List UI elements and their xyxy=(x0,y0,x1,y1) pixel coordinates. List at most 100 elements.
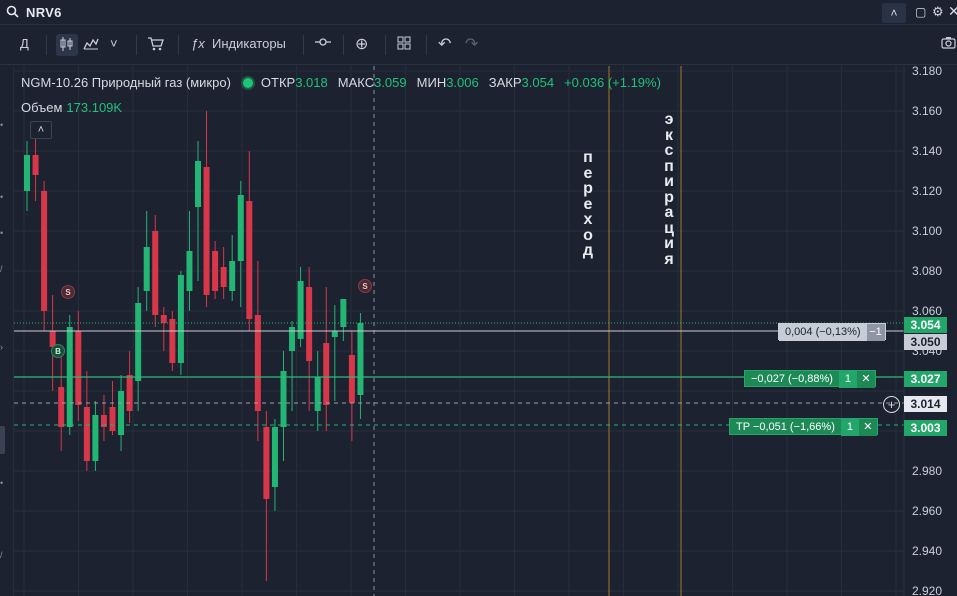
vertical-label-letter: и xyxy=(664,173,674,190)
candle-body xyxy=(169,319,176,363)
candle-body xyxy=(118,391,125,435)
price-axis-tick: 3.140 xyxy=(912,144,943,158)
price-axis-tick: 2.920 xyxy=(912,584,943,596)
take-profit-qty: 1 xyxy=(840,419,859,436)
open-label: ОТКР xyxy=(260,75,296,90)
vertical-label-letter: к xyxy=(664,126,673,144)
vertical-label-letter: д xyxy=(582,242,594,259)
last-price-tag: 3.054 xyxy=(904,317,947,333)
candle-body xyxy=(152,231,159,315)
candle-body xyxy=(24,155,30,191)
price-axis-tick: 2.980 xyxy=(912,464,943,478)
candle-body xyxy=(212,251,219,291)
high-value: 3.059 xyxy=(374,75,407,90)
candle-body xyxy=(32,155,39,175)
line-order-label[interactable]: 0,004 (−0,13%) −1 xyxy=(778,323,886,341)
close-value: 3.054 xyxy=(521,75,555,90)
candle-body xyxy=(357,323,364,395)
high-label: МАКС xyxy=(337,75,375,90)
candle-body xyxy=(195,161,201,207)
vertical-label-letter: е xyxy=(583,164,593,182)
volume-value: 173.109K xyxy=(66,100,123,115)
price-axis-tick: 3.080 xyxy=(912,264,943,278)
candle-body xyxy=(203,167,210,295)
candle-body xyxy=(220,267,227,287)
line-order-qty: −1 xyxy=(866,324,885,341)
candle-body xyxy=(237,195,244,261)
candle-body xyxy=(109,407,116,431)
line-order-text: 0,004 (−0,13%) xyxy=(779,324,867,341)
position-label[interactable]: −0,027 (−0,88%) 1 ✕ xyxy=(744,370,876,388)
expiration-label: экспирация xyxy=(662,112,676,267)
vertical-label-letter: п xyxy=(664,157,674,175)
volume-label: Объем xyxy=(21,100,63,115)
candle-body xyxy=(186,251,193,291)
price-axis-tick: 2.960 xyxy=(912,504,943,518)
candle-body xyxy=(348,355,355,403)
sell-marker[interactable]: S xyxy=(358,279,372,293)
candle-body xyxy=(160,315,167,323)
candle-body xyxy=(126,375,133,411)
vertical-label-letter: р xyxy=(583,180,593,197)
cursor-price-tag: 3.014 xyxy=(904,396,947,412)
volume-legend: Объем 173.109K xyxy=(21,100,122,115)
vertical-label-letter: п xyxy=(583,149,593,166)
price-axis-tick: 2.940 xyxy=(912,544,943,558)
candle-body xyxy=(135,303,142,381)
market-status-icon xyxy=(242,78,253,88)
position-qty: 1 xyxy=(838,371,857,388)
buy-marker[interactable]: B xyxy=(51,344,65,358)
take-profit-price-tag: 3.003 xyxy=(904,420,947,436)
price-axis-tick: 3.100 xyxy=(912,224,943,238)
candle-body xyxy=(75,331,82,405)
candle-body xyxy=(92,415,99,461)
price-axis-tick: 3.180 xyxy=(912,64,943,78)
vertical-label-letter: ц xyxy=(664,219,674,237)
vertical-label-letter: э xyxy=(664,111,674,128)
price-axis-tick: 3.060 xyxy=(912,304,943,318)
cancel-take-profit-icon[interactable]: ✕ xyxy=(858,419,877,436)
vertical-label-letter: х xyxy=(583,211,593,228)
collapse-legend-button[interactable]: ˄ xyxy=(30,121,52,139)
open-value: 3.018 xyxy=(295,75,328,90)
vertical-label-letter: и xyxy=(664,235,674,252)
vertical-label-letter: а xyxy=(664,204,674,221)
instrument-name: NGM-10.26 Природный газ (микро) xyxy=(21,75,231,90)
candle-body xyxy=(297,281,304,339)
vertical-label-letter: е xyxy=(583,195,593,213)
candle-body xyxy=(143,247,150,291)
price-axis-tick: 3.160 xyxy=(912,104,943,118)
close-position-icon[interactable]: ✕ xyxy=(856,371,875,388)
candle-body xyxy=(323,343,330,405)
low-label: МИН xyxy=(416,75,447,90)
position-pnl: −0,027 (−0,88%) xyxy=(751,373,833,385)
candle-body xyxy=(314,377,321,411)
position-price-tag: 3.027 xyxy=(904,371,947,387)
close-label: ЗАКР xyxy=(488,75,522,90)
take-profit-text: TP −0,051 (−1,66%) xyxy=(736,421,835,433)
candle-body xyxy=(331,331,338,337)
candle-body xyxy=(41,191,48,311)
rollover-label: переход xyxy=(581,150,595,259)
low-value: 3.006 xyxy=(446,75,479,90)
candle-body xyxy=(254,315,261,411)
price-axis-tick: 3.120 xyxy=(912,184,943,198)
candle-body xyxy=(306,287,313,361)
take-profit-label[interactable]: TP −0,051 (−1,66%) 1 ✕ xyxy=(729,418,878,436)
candle-body xyxy=(263,427,270,499)
candle-body xyxy=(58,387,65,427)
vertical-label-letter: р xyxy=(664,188,674,206)
sell-marker[interactable]: S xyxy=(61,285,75,299)
candle-body xyxy=(271,427,278,487)
candle-body xyxy=(177,275,184,363)
candle-body xyxy=(83,407,90,461)
change-value: +0.036 (+1.19%) xyxy=(564,75,661,90)
vertical-label-letter: я xyxy=(664,250,674,268)
add-order-plus-icon[interactable]: + xyxy=(883,396,900,413)
line-price-tag: 3.050 xyxy=(904,334,947,350)
candle-body xyxy=(246,201,253,319)
vertical-label-letter: с xyxy=(664,142,674,159)
vertical-label-letter: о xyxy=(583,226,593,244)
candle-body xyxy=(229,261,236,291)
chart-legend: NGM-10.26 Природный газ (микро) ОТКР3.018… xyxy=(21,75,671,90)
